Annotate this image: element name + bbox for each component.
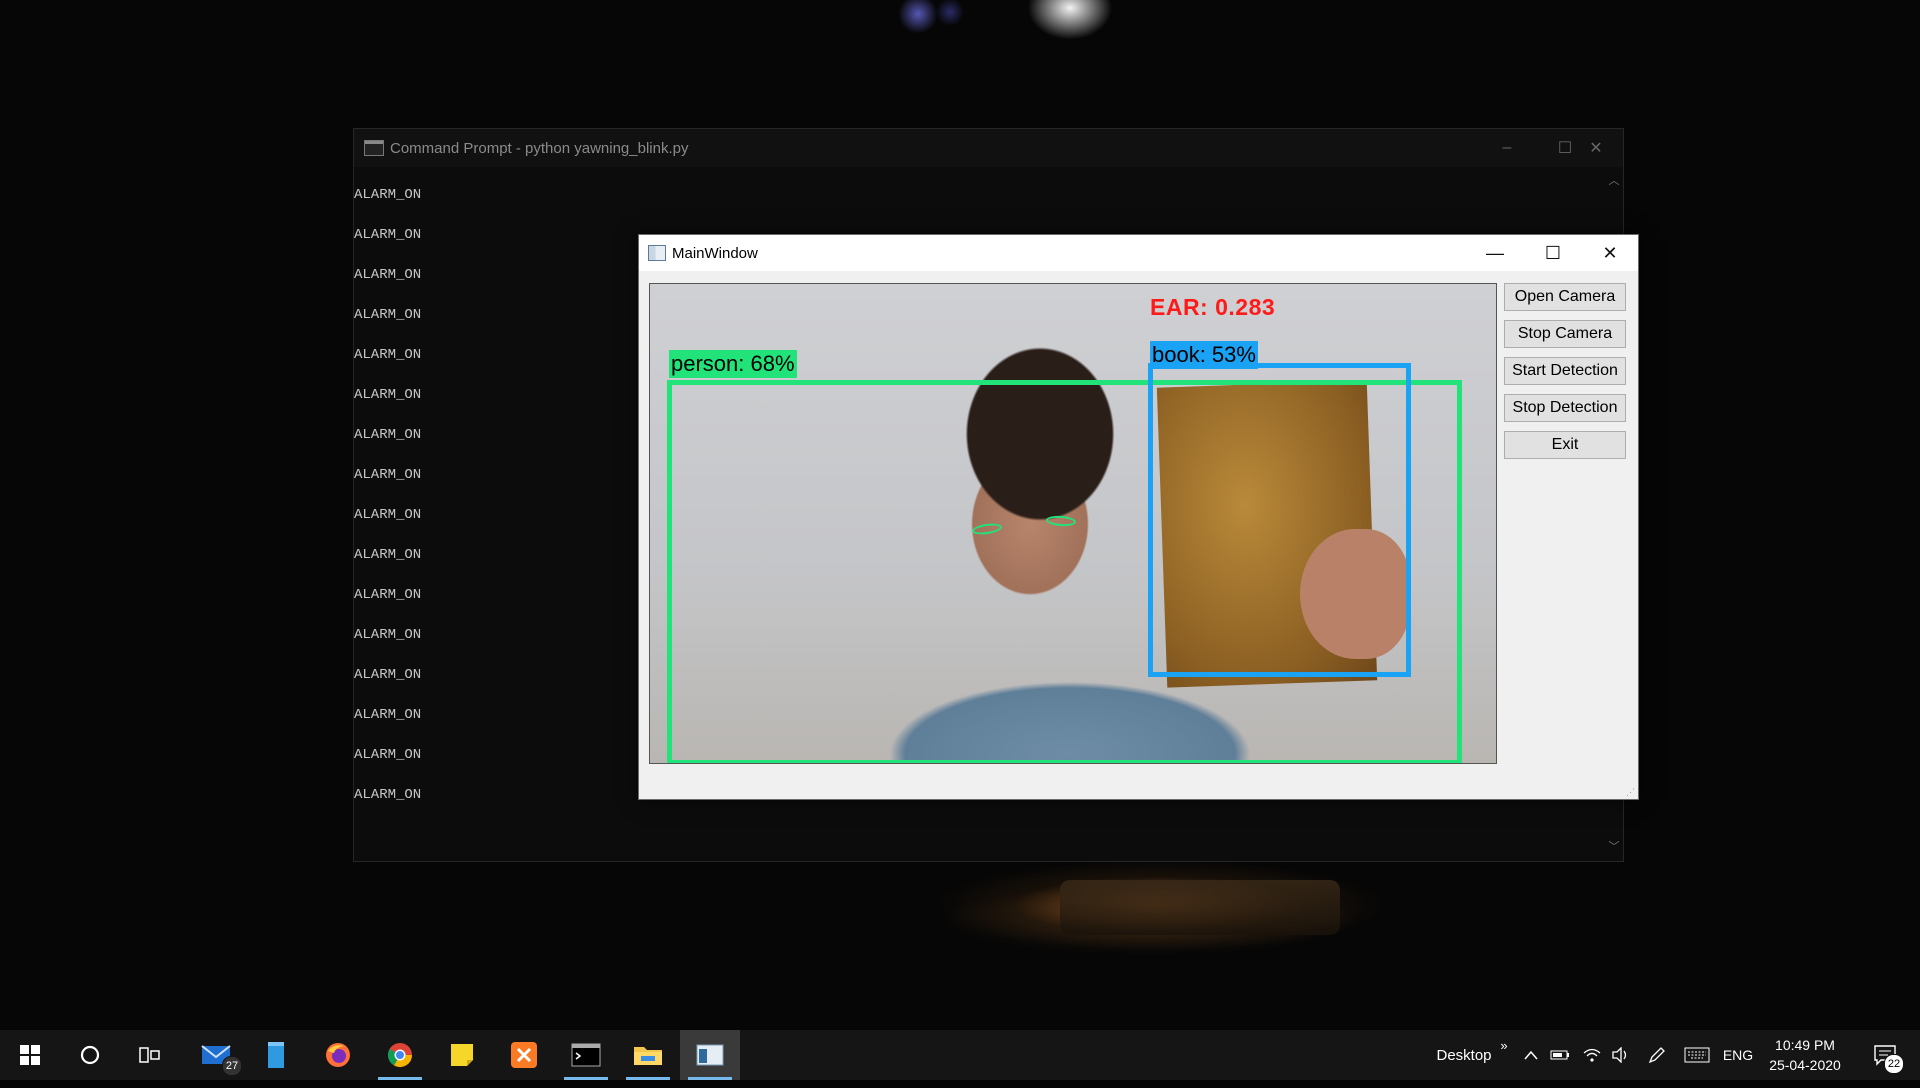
resize-grip-icon[interactable]: ⋰ bbox=[1626, 787, 1636, 797]
cmd-output-line: ALARM_ON bbox=[354, 507, 422, 523]
cmd-close-button[interactable]: ✕ bbox=[1567, 129, 1625, 167]
clock-date: 25-04-2020 bbox=[1769, 1057, 1841, 1073]
exit-button[interactable]: Exit bbox=[1504, 431, 1626, 459]
book-bounding-box bbox=[1148, 363, 1411, 677]
main-window-title: MainWindow bbox=[672, 244, 758, 262]
cmd-output-line: ALARM_ON bbox=[354, 267, 422, 283]
firefox-app-button[interactable] bbox=[308, 1030, 368, 1080]
file-explorer-icon bbox=[634, 1047, 662, 1065]
cmd-output-line: ALARM_ON bbox=[354, 347, 422, 363]
cmd-output-line: ALARM_ON bbox=[354, 547, 422, 563]
network-button[interactable] bbox=[1580, 1030, 1604, 1080]
main-window-title-bar[interactable]: MainWindow — ☐ ✕ bbox=[639, 235, 1638, 271]
action-center-button[interactable]: 22 bbox=[1860, 1030, 1910, 1080]
cmd-output-line: ALARM_ON bbox=[354, 747, 422, 763]
keyboard-icon bbox=[1684, 1047, 1710, 1063]
chrome-app-button[interactable] bbox=[370, 1030, 430, 1080]
cortana-button[interactable] bbox=[60, 1030, 120, 1080]
windows-logo-icon bbox=[20, 1045, 40, 1065]
stop-detection-button[interactable]: Stop Detection bbox=[1504, 394, 1626, 422]
cmd-icon bbox=[571, 1043, 601, 1067]
xampp-icon bbox=[511, 1042, 537, 1068]
main-window-icon bbox=[648, 245, 666, 261]
file-explorer-app-button[interactable] bbox=[618, 1030, 678, 1080]
cmd-output-line: ALARM_ON bbox=[354, 627, 422, 643]
ear-readout: EAR: 0.283 bbox=[1150, 294, 1276, 320]
taskbar: 27 Desktop » ENG 10:49 PM 25-04-2020 22 bbox=[0, 1030, 1920, 1080]
mail-badge: 27 bbox=[222, 1056, 242, 1076]
main-window-maximize-button[interactable]: ☐ bbox=[1524, 235, 1582, 271]
cmd-output-line: ALARM_ON bbox=[354, 427, 422, 443]
cmd-app-button[interactable] bbox=[556, 1030, 616, 1080]
notepad-icon bbox=[268, 1042, 284, 1068]
notepad-app-button[interactable] bbox=[246, 1030, 306, 1080]
book-detection-label: book: 53% bbox=[1150, 341, 1258, 369]
cmd-window-icon bbox=[364, 140, 384, 156]
task-view-icon bbox=[139, 1047, 160, 1063]
scroll-down-icon[interactable]: ﹀ bbox=[1608, 841, 1620, 853]
cmd-output-line: ALARM_ON bbox=[354, 707, 422, 723]
cmd-output-line: ALARM_ON bbox=[354, 307, 422, 323]
chrome-icon bbox=[387, 1043, 412, 1068]
chevron-up-icon bbox=[1524, 1050, 1538, 1060]
cortana-icon bbox=[80, 1045, 100, 1065]
mail-app-button[interactable]: 27 bbox=[186, 1030, 246, 1080]
camera-feed: person: 68% book: 53% EAR: 0.283 bbox=[649, 283, 1497, 764]
cmd-output-line: ALARM_ON bbox=[354, 667, 422, 683]
volume-button[interactable] bbox=[1608, 1030, 1632, 1080]
main-window-minimize-button[interactable]: — bbox=[1466, 235, 1524, 271]
show-hidden-icons-button[interactable] bbox=[1520, 1030, 1542, 1080]
pen-workspace-button[interactable] bbox=[1644, 1030, 1670, 1080]
person-detection-label: person: 68% bbox=[669, 350, 797, 378]
wifi-icon bbox=[1583, 1048, 1601, 1062]
cmd-output-line: ALARM_ON bbox=[354, 187, 422, 203]
cmd-output-line: ALARM_ON bbox=[354, 787, 422, 803]
sticky-notes-icon bbox=[451, 1044, 473, 1066]
cmd-title-text: Command Prompt - python yawning_blink.py bbox=[390, 139, 689, 157]
cmd-output-line: ALARM_ON bbox=[354, 387, 422, 403]
notification-badge: 22 bbox=[1884, 1054, 1904, 1074]
cmd-output-line: ALARM_ON bbox=[354, 227, 422, 243]
clock-time: 10:49 PM bbox=[1775, 1037, 1835, 1053]
stop-camera-button[interactable]: Stop Camera bbox=[1504, 320, 1626, 348]
touch-keyboard-button[interactable] bbox=[1682, 1030, 1712, 1080]
desktop-toolbar-chevron[interactable]: » bbox=[1496, 1030, 1512, 1088]
cmd-output-line: ALARM_ON bbox=[354, 467, 422, 483]
speaker-icon bbox=[1612, 1047, 1627, 1063]
start-button[interactable] bbox=[0, 1030, 60, 1080]
pen-icon bbox=[1648, 1047, 1665, 1064]
clock[interactable]: 10:49 PM 25-04-2020 bbox=[1762, 1030, 1848, 1080]
input-language[interactable]: ENG bbox=[1718, 1030, 1758, 1080]
battery-button[interactable] bbox=[1548, 1030, 1572, 1080]
qt-app-icon bbox=[696, 1044, 724, 1066]
task-view-button[interactable] bbox=[120, 1030, 180, 1080]
desktop-toolbar[interactable]: Desktop bbox=[1432, 1030, 1496, 1080]
scroll-up-icon[interactable]: ︿ bbox=[1608, 175, 1620, 187]
wallpaper-lamp-base bbox=[1060, 880, 1340, 935]
cmd-output-line: ALARM_ON bbox=[354, 587, 422, 603]
firefox-icon bbox=[326, 1043, 350, 1067]
sticky-notes-app-button[interactable] bbox=[432, 1030, 492, 1080]
qt-app-button[interactable] bbox=[680, 1030, 740, 1080]
start-detection-button[interactable]: Start Detection bbox=[1504, 357, 1626, 385]
main-window-close-button[interactable]: ✕ bbox=[1581, 235, 1639, 271]
main-window[interactable]: MainWindow — ☐ ✕ person: 68% book: 53% E… bbox=[638, 234, 1639, 800]
desktop-toolbar-label: Desktop bbox=[1436, 1046, 1492, 1064]
battery-icon bbox=[1550, 1050, 1569, 1060]
xampp-app-button[interactable] bbox=[494, 1030, 554, 1080]
open-camera-button[interactable]: Open Camera bbox=[1504, 283, 1626, 311]
cmd-title-bar[interactable]: Command Prompt - python yawning_blink.py… bbox=[354, 129, 1623, 167]
cmd-minimize-button[interactable]: – bbox=[1478, 129, 1536, 167]
